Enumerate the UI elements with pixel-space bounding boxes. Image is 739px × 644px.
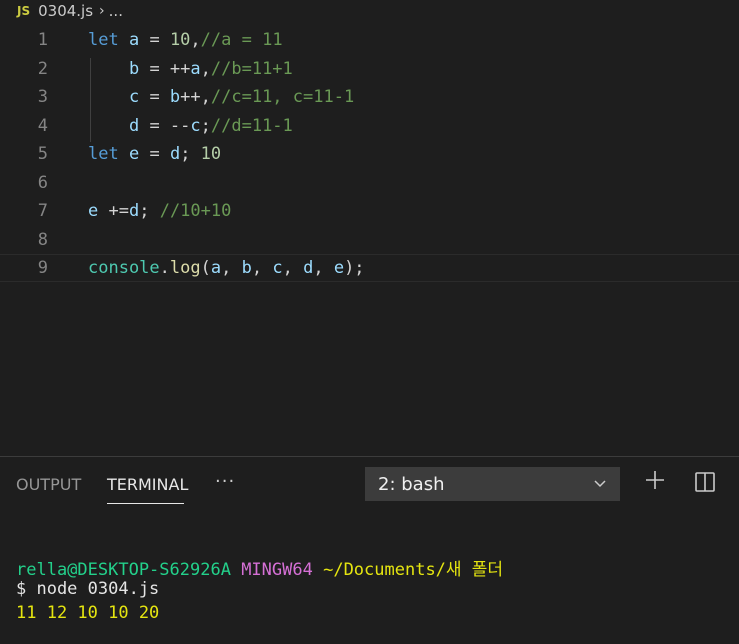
code-line[interactable]: 7 e +=d; //10+10 xyxy=(0,197,739,225)
code-text: b = ++a,//b=11+1 xyxy=(88,59,293,79)
line-number: 4 xyxy=(37,115,48,136)
line-number: 5 xyxy=(37,144,48,164)
code-token: ; xyxy=(139,201,160,221)
code-token: //a = 11 xyxy=(200,30,283,50)
breadcrumb-separator-icon: › xyxy=(99,3,105,19)
prompt-user: rella@DESKTOP-S62926A xyxy=(16,560,231,580)
code-token: , xyxy=(190,30,201,50)
code-token: a xyxy=(190,58,201,79)
split-icon[interactable] xyxy=(694,471,716,493)
code-token: d xyxy=(128,115,140,136)
breadcrumb-more[interactable]: ... xyxy=(109,2,123,20)
code-token: 10 xyxy=(169,30,191,50)
code-token: b xyxy=(241,258,252,278)
code-line[interactable]: 9 console.log(a, b, c, d, e); xyxy=(0,254,739,282)
panel-tabs: OUTPUT TERMINAL ··· 2: bash xyxy=(0,457,739,513)
code-token: = -- xyxy=(139,115,191,136)
code-token: = xyxy=(139,30,170,50)
code-token: , xyxy=(221,258,242,278)
code-token: ); xyxy=(344,258,365,278)
code-token: d xyxy=(169,144,181,164)
code-token: c xyxy=(272,258,283,278)
code-token: ; xyxy=(200,115,211,136)
code-line[interactable]: 2 b = ++a,//b=11+1 xyxy=(0,55,739,83)
code-token: , xyxy=(313,258,334,278)
code-token: d xyxy=(303,258,314,278)
breadcrumb-file[interactable]: 0304.js xyxy=(38,2,93,20)
js-file-icon: JS xyxy=(17,4,31,18)
line-number: 1 xyxy=(37,30,48,50)
code-token: e xyxy=(333,258,345,278)
code-line[interactable]: 1 let a = 10,//a = 11 xyxy=(0,26,739,54)
code-token: , xyxy=(200,58,211,79)
tab-output[interactable]: OUTPUT xyxy=(16,475,81,494)
code-token: += xyxy=(98,201,129,221)
terminal-prompt-line: rella@DESKTOP-S62926A MINGW64 ~/Document… xyxy=(16,555,503,580)
prompt-env: MINGW64 xyxy=(241,560,313,580)
line-number: 8 xyxy=(37,229,48,250)
code-token: , xyxy=(251,258,273,278)
code-token: a xyxy=(210,258,222,278)
line-number: 9 xyxy=(37,258,48,278)
code-token: , xyxy=(282,258,304,278)
code-editor[interactable]: 1 let a = 10,//a = 11 2 b = ++a,//b=11+1 3 … xyxy=(0,26,739,456)
code-token: ; xyxy=(180,144,201,164)
code-token: = xyxy=(139,87,170,107)
terminal-command: $ node 0304.js xyxy=(16,579,160,599)
code-token: ( xyxy=(200,258,211,278)
code-token: log xyxy=(169,258,201,278)
plus-icon[interactable] xyxy=(644,469,666,491)
code-token: e xyxy=(88,201,99,221)
code-line[interactable]: 8 xyxy=(0,226,739,254)
code-token: console xyxy=(88,258,160,278)
code-token: b xyxy=(128,58,140,79)
line-number: 3 xyxy=(37,87,48,107)
code-token: c xyxy=(128,87,140,107)
code-line[interactable]: 3 c = b++,//c=11, c=11-1 xyxy=(0,83,739,111)
code-line[interactable]: 5 let e = d; 10 xyxy=(0,140,739,168)
code-token: = xyxy=(139,144,170,164)
code-token: //d=11-1 xyxy=(210,115,293,136)
code-token: //b=11+1 xyxy=(210,58,293,79)
code-text: let e = d; 10 xyxy=(88,144,221,164)
code-token: //10+10 xyxy=(159,201,232,221)
line-number: 7 xyxy=(37,201,48,221)
code-token: b xyxy=(169,87,181,107)
code-token: a xyxy=(128,30,140,50)
line-number: 6 xyxy=(37,172,48,193)
line-number: 2 xyxy=(37,58,48,79)
code-text: console.log(a, b, c, d, e); xyxy=(88,258,365,278)
code-line[interactable]: 6 xyxy=(0,169,739,197)
code-token: //c=11, c=11-1 xyxy=(210,87,355,107)
code-token: e xyxy=(128,144,140,164)
code-text: d = --c;//d=11-1 xyxy=(88,116,293,136)
breadcrumb: JS 0304.js › ... xyxy=(0,0,739,22)
code-token: d xyxy=(128,201,140,221)
terminal-select-value: 2: bash xyxy=(378,473,445,495)
code-token: = ++ xyxy=(139,58,191,79)
terminal-output: 11 12 10 10 20 xyxy=(16,603,160,623)
code-text: c = b++,//c=11, c=11-1 xyxy=(88,87,354,107)
active-tab-indicator xyxy=(107,503,184,504)
chevron-down-icon xyxy=(594,480,606,488)
code-token: ++, xyxy=(180,87,211,107)
prompt-path: ~/Documents/새 폴더 xyxy=(323,560,504,580)
code-token: 10 xyxy=(200,144,222,164)
code-text: e +=d; //10+10 xyxy=(88,201,231,221)
tab-terminal[interactable]: TERMINAL xyxy=(107,475,188,494)
more-actions-icon[interactable]: ··· xyxy=(215,471,235,492)
terminal-select[interactable]: 2: bash xyxy=(365,467,620,501)
code-line[interactable]: 4 d = --c;//d=11-1 xyxy=(0,112,739,140)
code-text: let a = 10,//a = 11 xyxy=(88,30,283,50)
code-token: let xyxy=(88,144,119,164)
bottom-panel: OUTPUT TERMINAL ··· 2: bash rella@DESKTO… xyxy=(0,456,739,644)
code-token: let xyxy=(88,30,119,50)
code-token: . xyxy=(159,258,170,278)
code-token: c xyxy=(190,115,201,136)
